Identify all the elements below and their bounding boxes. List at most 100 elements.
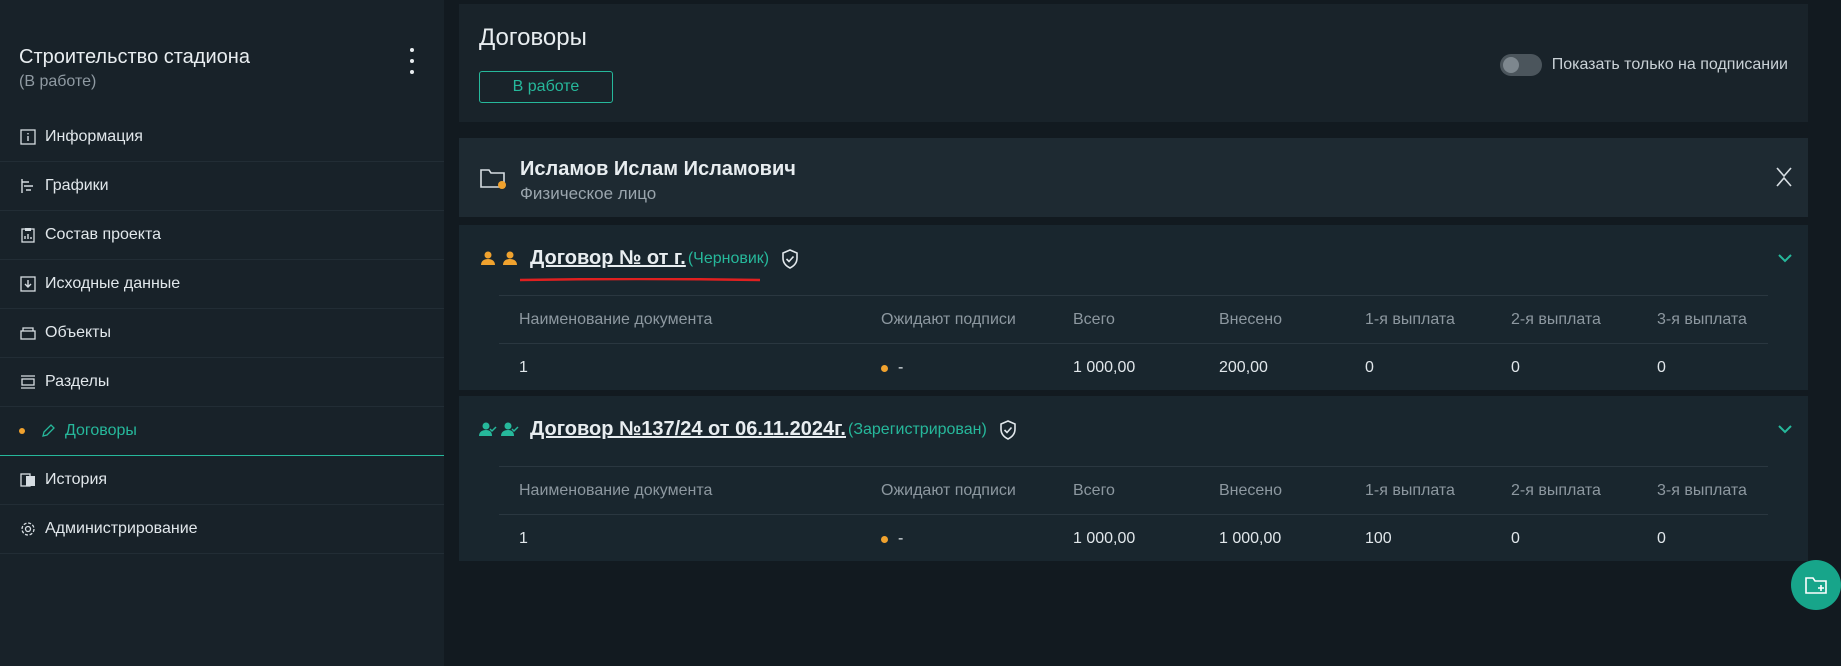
cell-doc-name: 1 <box>519 530 528 547</box>
signer-icons <box>479 421 519 437</box>
status-filter-button[interactable]: В работе <box>479 71 613 103</box>
sidebar-item-info[interactable]: Информация <box>0 113 444 162</box>
sidebar-item-label: Исходные данные <box>45 275 181 292</box>
cell-paid: 1 000,00 <box>1219 530 1282 547</box>
col-payment-2: 2-я выплата <box>1511 310 1601 328</box>
person-icon <box>503 251 517 265</box>
table-header-row: Наименование документа Ожидают подписи В… <box>499 467 1768 515</box>
cell-payment-2: 0 <box>1511 359 1520 376</box>
pen-icon <box>39 422 57 440</box>
table-row[interactable]: 1 - 1 000,00 1 000,00 100 0 0 <box>499 515 1768 563</box>
col-total: Всего <box>1073 310 1115 328</box>
sidebar-item-objects[interactable]: Объекты <box>0 309 444 358</box>
col-paid: Внесено <box>1219 310 1283 328</box>
annotation-underline <box>519 278 761 282</box>
more-options-icon[interactable] <box>400 48 424 74</box>
sidebar-item-label: Договоры <box>65 422 137 439</box>
col-total: Всего <box>1073 481 1115 499</box>
contract-table: Наименование документа Ожидают подписи В… <box>499 466 1768 563</box>
sidebar-item-label: Объекты <box>45 324 111 341</box>
history-icon <box>19 471 37 489</box>
sidebar: Строительство стадиона (В работе) Информ… <box>0 0 444 666</box>
toggle-knob <box>1502 57 1519 73</box>
chevron-down-icon[interactable] <box>1776 251 1794 265</box>
cell-total: 1 000,00 <box>1073 359 1136 376</box>
sidebar-item-charts[interactable]: Графики <box>0 162 444 211</box>
col-payment-2: 2-я выплата <box>1511 481 1601 499</box>
cell-awaiting: - <box>881 530 1073 548</box>
col-doc-name: Наименование документа <box>519 310 713 328</box>
collapse-icon[interactable] <box>1774 166 1794 188</box>
person-check-icon <box>501 422 519 436</box>
person-check-icon <box>479 422 497 436</box>
signer-icons <box>479 250 519 266</box>
person-icon <box>481 251 495 265</box>
sidebar-item-sections[interactable]: Разделы <box>0 358 444 407</box>
project-title: Строительство стадиона <box>19 46 250 68</box>
col-doc-name: Наименование документа <box>519 481 713 499</box>
info-icon <box>19 128 37 146</box>
sidebar-item-label: Разделы <box>45 373 110 390</box>
contractor-card[interactable]: Исламов Ислам Исламович Физическое лицо <box>459 138 1808 217</box>
contracts-header: Договоры В работе Показать только на под… <box>459 4 1808 122</box>
contract-table: Наименование документа Ожидают подписи В… <box>499 295 1768 392</box>
contract-title-row: Договор №137/24 от 06.11.2024г. (Зарегис… <box>530 418 1017 441</box>
sidebar-item-contracts[interactable]: Договоры <box>0 407 444 456</box>
add-folder-button[interactable] <box>1791 560 1841 610</box>
chart-icon <box>19 177 37 195</box>
contract-header: Договор №137/24 от 06.11.2024г. (Зарегис… <box>459 396 1808 466</box>
contract-card: Договор № от г. (Черновик) Наименование … <box>459 225 1808 390</box>
sections-icon <box>19 373 37 391</box>
cell-payment-1: 100 <box>1365 530 1392 547</box>
cell-payment-1: 0 <box>1365 359 1374 376</box>
col-awaiting: Ожидают подписи <box>881 310 1016 328</box>
awaiting-value: - <box>898 530 904 547</box>
col-paid: Внесено <box>1219 481 1283 499</box>
sidebar-item-history[interactable]: История <box>0 456 444 505</box>
contract-header: Договор № от г. (Черновик) <box>459 225 1808 295</box>
cell-payment-2: 0 <box>1511 530 1520 547</box>
gear-icon <box>19 520 37 538</box>
toggle-label: Показать только на подписании <box>1551 56 1788 73</box>
sidebar-item-source-data[interactable]: Исходные данные <box>0 260 444 309</box>
shield-check-icon <box>1000 419 1016 440</box>
sidebar-item-project-structure[interactable]: Состав проекта <box>0 211 444 260</box>
clipboard-icon <box>19 226 37 244</box>
contract-state: (Черновик) <box>687 249 770 267</box>
sidebar-item-administration[interactable]: Администрирование <box>0 505 444 554</box>
folder-icon <box>480 169 506 189</box>
awaiting-value: - <box>898 359 904 376</box>
signing-filter: Показать только на подписании <box>1499 54 1788 76</box>
pending-dot <box>881 535 888 543</box>
signing-only-toggle[interactable] <box>1499 54 1542 76</box>
col-payment-1: 1-я выплата <box>1365 310 1455 328</box>
page-title: Договоры <box>479 24 587 51</box>
cell-total: 1 000,00 <box>1073 530 1136 547</box>
sidebar-item-label: История <box>45 471 108 488</box>
col-awaiting: Ожидают подписи <box>881 481 1016 499</box>
contract-state: (Зарегистрирован) <box>848 420 987 438</box>
sidebar-item-label: Состав проекта <box>45 226 162 243</box>
contract-title-link[interactable]: Договор №137/24 от 06.11.2024г. <box>530 418 846 441</box>
cell-payment-3: 0 <box>1657 359 1666 376</box>
cell-payment-3: 0 <box>1657 530 1666 547</box>
cell-awaiting: - <box>881 359 1073 377</box>
shield-check-icon <box>782 248 798 269</box>
sidebar-item-label: Графики <box>45 177 109 194</box>
chevron-down-icon[interactable] <box>1776 422 1794 436</box>
contract-title-row: Договор № от г. (Черновик) <box>530 247 799 270</box>
contract-title-link[interactable]: Договор № от г. <box>530 247 686 270</box>
col-payment-3: 3-я выплата <box>1657 481 1747 499</box>
pending-dot <box>881 364 888 372</box>
cell-paid: 200,00 <box>1219 359 1268 376</box>
folder-plus-icon <box>1805 577 1827 594</box>
sidebar-item-label: Информация <box>45 128 143 145</box>
col-payment-3: 3-я выплата <box>1657 310 1747 328</box>
project-status: (В работе) <box>19 73 97 90</box>
table-row[interactable]: 1 - 1 000,00 200,00 0 0 0 <box>499 344 1768 392</box>
download-icon <box>19 275 37 293</box>
sidebar-item-label: Администрирование <box>45 520 198 537</box>
table-header-row: Наименование документа Ожидают подписи В… <box>499 296 1768 344</box>
contractor-name: Исламов Ислам Исламович <box>520 158 796 180</box>
sidebar-nav: Информация Графики Состав проекта Исходн… <box>0 113 444 554</box>
